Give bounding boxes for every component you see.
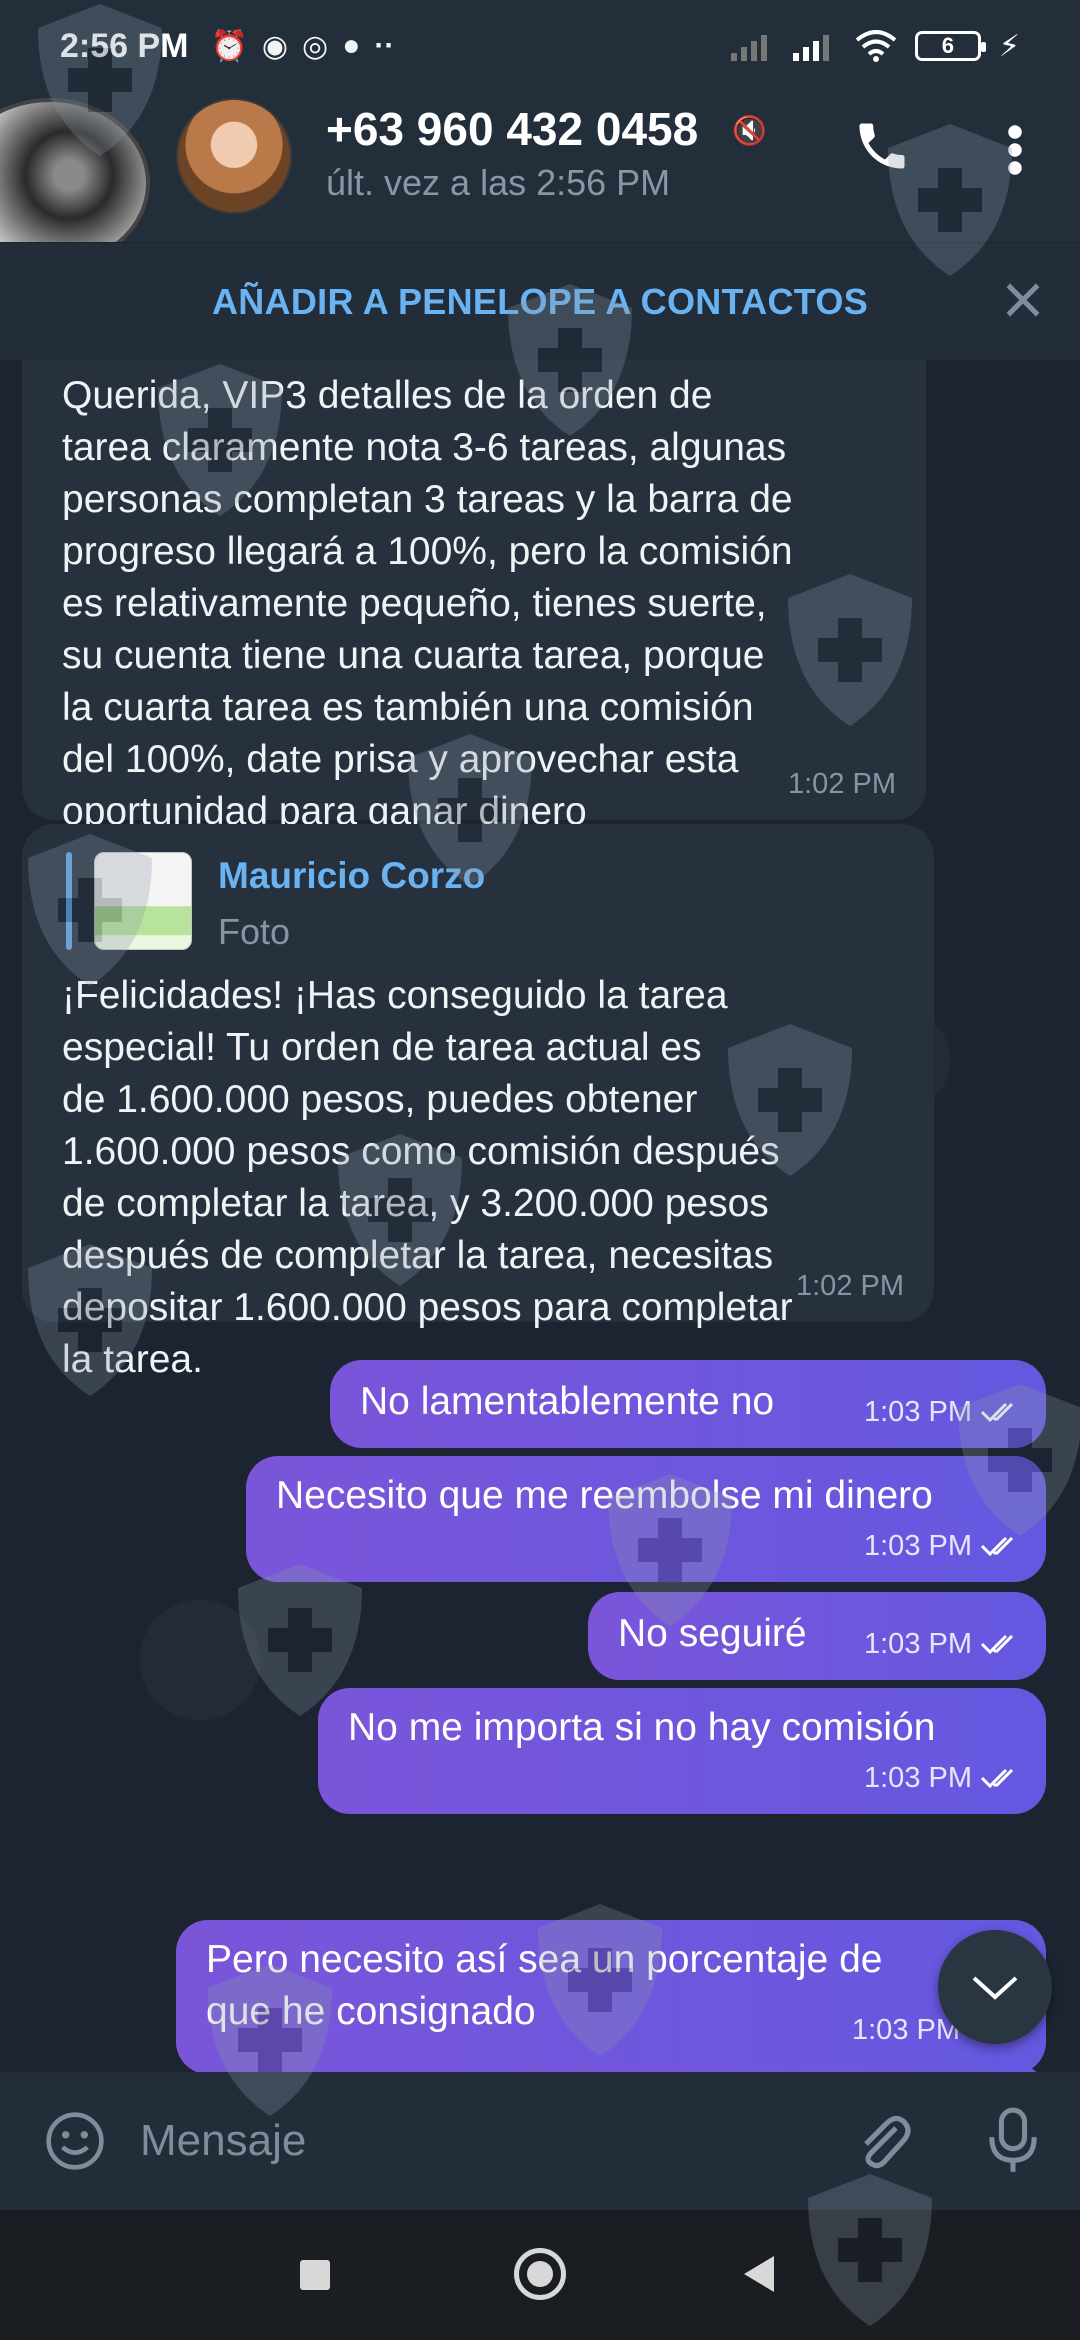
- microphone-icon[interactable]: [986, 2106, 1040, 2176]
- chat-header[interactable]: +63 960 432 0458 🔇 últ. vez a las 2:56 P…: [0, 92, 1080, 268]
- reply-author[interactable]: Mauricio Corzo: [218, 850, 485, 902]
- double-check-icon: [980, 1536, 1014, 1557]
- message-meta: 1:03 PM: [864, 1752, 1024, 1804]
- reply-type: Foto: [218, 911, 291, 952]
- app-icon: ◉: [261, 29, 289, 63]
- message-text: No lamentablemente no: [360, 1380, 775, 1423]
- message-text: ¡Felicidades! ¡Has conseguido la tarea e…: [62, 974, 793, 1381]
- double-check-icon: [980, 1768, 1014, 1789]
- contact-avatar[interactable]: [176, 98, 292, 214]
- signal-icon: [792, 35, 829, 61]
- messenger-icon: ◎: [302, 29, 329, 63]
- phone-call-icon[interactable]: [852, 116, 912, 176]
- back-button[interactable]: [744, 2256, 774, 2292]
- last-seen-status: últ. vez a las 2:56 PM: [326, 162, 671, 203]
- message-time: 1:03 PM: [864, 1396, 972, 1428]
- message-meta: 1:03 PM: [864, 1520, 1024, 1572]
- system-icons: 6 ⚡: [730, 29, 1020, 64]
- home-button[interactable]: [514, 2248, 566, 2300]
- outgoing-message[interactable]: [510, 2064, 1046, 2072]
- more-dots-icon: ··: [374, 29, 395, 62]
- add-contact-button[interactable]: AÑADIR A PENELOPE A CONTACTOS: [212, 281, 868, 323]
- battery-level: 6: [941, 33, 955, 58]
- message-list[interactable]: Querida, VIP3 detalles de la orden de ta…: [0, 360, 1080, 2072]
- close-icon[interactable]: [1002, 279, 1044, 321]
- message-text: Necesito que me reembolse mi dinero: [276, 1474, 933, 1517]
- reply-photo-thumbnail[interactable]: [94, 852, 192, 950]
- more-options-icon[interactable]: [1000, 120, 1030, 180]
- status-bar: 2:56 PM ⏰ ◉ ◎ ● ·· 6 ⚡: [0, 0, 1080, 92]
- message-time: 1:03 PM: [864, 1628, 972, 1660]
- signal-icon: [730, 35, 767, 61]
- charging-icon: ⚡: [998, 29, 1020, 63]
- message-meta: 1:03 PM: [864, 1618, 1024, 1670]
- message-composer: [0, 2072, 1080, 2210]
- reply-quote-bar: [66, 852, 72, 950]
- battery-icon: 6: [914, 31, 986, 61]
- emoji-icon[interactable]: [44, 2110, 106, 2172]
- outgoing-message[interactable]: No lamentablemente no 1:03 PM: [330, 1360, 1046, 1448]
- message-time: 1:02 PM: [796, 1270, 904, 1302]
- double-check-icon: [980, 1402, 1014, 1423]
- message-meta: 1:03 PM: [864, 1386, 1024, 1438]
- message-input[interactable]: [140, 2102, 790, 2180]
- incoming-message-body[interactable]: Querida, VIP3 detalles de la orden de ta…: [22, 360, 926, 833]
- contact-name[interactable]: +63 960 432 0458: [326, 102, 698, 156]
- outgoing-message[interactable]: No seguiré 1:03 PM: [588, 1592, 1046, 1680]
- notification-icons: ⏰ ◉ ◎ ● ··: [211, 29, 395, 64]
- muted-icon: 🔇: [732, 115, 767, 146]
- incoming-message[interactable]: Mauricio Corzo Foto ¡Felicidades! ¡Has c…: [22, 824, 934, 1381]
- message-time: 1:03 PM: [864, 1762, 972, 1794]
- scroll-to-bottom-button[interactable]: [938, 1930, 1052, 2044]
- message-text: No me importa si no hay comisión: [348, 1706, 936, 1749]
- wifi-icon: [855, 30, 897, 62]
- outgoing-message[interactable]: Necesito que me reembolse mi dinero 1:03…: [246, 1456, 1046, 1582]
- double-check-icon: [980, 1634, 1014, 1655]
- recents-button[interactable]: [300, 2260, 330, 2290]
- system-navigation-bar: [0, 2210, 1080, 2340]
- alarm-off-icon: ⏰: [210, 29, 248, 63]
- status-time: 2:56 PM: [60, 26, 189, 65]
- attach-icon[interactable]: [852, 2108, 912, 2172]
- message-time: 1:02 PM: [788, 768, 896, 800]
- chevron-down-icon: [972, 1976, 1018, 2000]
- add-contact-bar: AÑADIR A PENELOPE A CONTACTOS: [0, 242, 1080, 360]
- outgoing-message[interactable]: No me importa si no hay comisión 1:03 PM: [318, 1688, 1046, 1814]
- planet-icon: ●: [342, 29, 361, 62]
- message-text: No seguiré: [618, 1612, 807, 1655]
- message-time: 1:03 PM: [864, 1530, 972, 1562]
- outgoing-message[interactable]: Pero necesito así sea un porcentaje de q…: [176, 1920, 1046, 2072]
